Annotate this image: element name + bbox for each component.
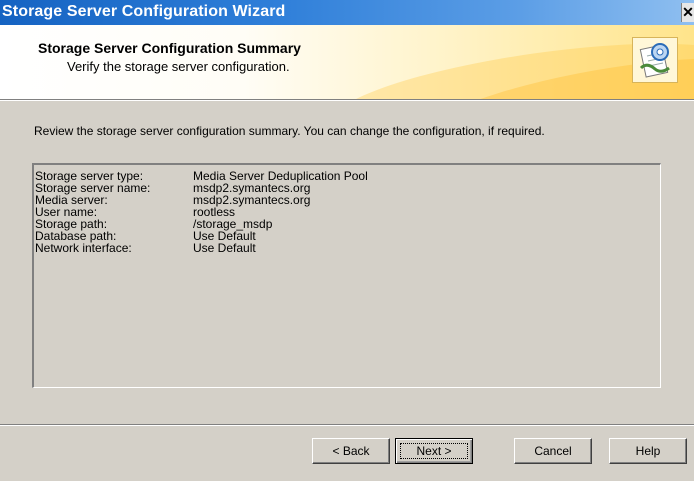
summary-label: Network interface: (35, 241, 132, 255)
wizard-header: Storage Server Configuration Summary Ver… (0, 25, 694, 99)
window-title: Storage Server Configuration Wizard (2, 3, 286, 20)
page-subtitle: Verify the storage server configuration. (67, 59, 290, 74)
help-button[interactable]: Help (609, 438, 687, 464)
header-divider (0, 99, 694, 101)
configuration-summary-box: Storage server type: Media Server Dedupl… (32, 163, 661, 388)
summary-value: Use Default (193, 241, 256, 255)
next-button[interactable]: Next > (395, 438, 473, 464)
instructions-text: Review the storage server configuration … (34, 124, 545, 138)
wizard-window: Storage Server Configuration Wizard ✕ St… (0, 0, 694, 481)
back-button[interactable]: < Back (312, 438, 390, 464)
wizard-settings-icon (632, 37, 678, 83)
title-bar[interactable]: Storage Server Configuration Wizard ✕ (0, 0, 694, 25)
close-icon[interactable]: ✕ (681, 3, 694, 22)
page-title: Storage Server Configuration Summary (38, 40, 301, 56)
focus-rect (400, 443, 468, 459)
cancel-button[interactable]: Cancel (514, 438, 592, 464)
footer-divider (0, 424, 694, 426)
